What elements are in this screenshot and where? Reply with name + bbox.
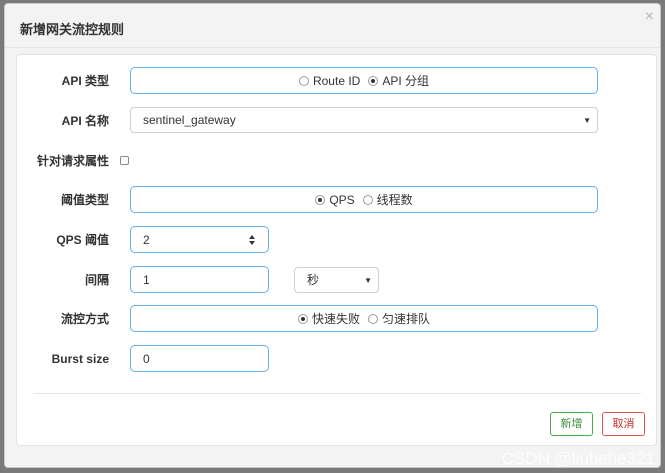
interval-input[interactable]: 1 (130, 266, 269, 293)
burst-size-label: Burst size (51, 352, 109, 366)
interval-value: 1 (143, 273, 150, 287)
api-name-row: API 名称 sentinel_gateway ▼ (17, 107, 656, 135)
modal-title: 新增网关流控规则 (20, 22, 125, 37)
qps-threshold-row: QPS 阈值 2 (17, 226, 656, 254)
api-type-radio-box: Route ID API 分组 (130, 67, 598, 94)
control-behavior-fast-fail-radio[interactable]: 快速失败 (297, 310, 360, 327)
threshold-type-thread-radio[interactable]: 线程数 (362, 191, 413, 208)
qps-threshold-value: 2 (143, 233, 150, 247)
radio-checked-icon (315, 194, 326, 205)
param-flow-checkbox[interactable] (120, 156, 129, 165)
threshold-type-radio-box: QPS 线程数 (130, 186, 598, 213)
qps-threshold-input[interactable]: 2 (130, 226, 269, 253)
burst-size-value: 0 (143, 352, 150, 366)
param-flow-label: 针对请求属性 (36, 154, 109, 168)
interval-unit-select[interactable]: 秒 ▼ (294, 267, 379, 293)
radio-unchecked-icon (362, 194, 373, 205)
qps-threshold-label: QPS 阈值 (56, 233, 109, 247)
api-type-row: API 类型 Route ID API 分组 (17, 67, 656, 95)
caret-down-icon: ▼ (583, 116, 591, 125)
radio-unchecked-icon (298, 75, 309, 86)
form-panel: API 类型 Route ID API 分组 API 名称 sentinel_g… (16, 54, 657, 446)
radio-label: 线程数 (376, 193, 413, 207)
add-button[interactable]: 新增 (550, 412, 593, 436)
burst-size-row: Burst size 0 (17, 345, 656, 373)
caret-down-icon: ▼ (364, 276, 372, 285)
cancel-button[interactable]: 取消 (602, 412, 645, 436)
api-name-select[interactable]: sentinel_gateway ▼ (130, 107, 598, 133)
divider (33, 393, 641, 394)
api-name-label: API 名称 (61, 114, 109, 128)
interval-label: 间隔 (84, 273, 109, 287)
interval-row: 间隔 1 秒 ▼ (17, 266, 656, 294)
param-flow-row: 针对请求属性 (17, 147, 656, 175)
close-icon[interactable]: × (645, 9, 654, 25)
api-type-label: API 类型 (61, 74, 109, 88)
number-stepper-icon[interactable] (249, 235, 256, 245)
threshold-type-label: 阈值类型 (60, 193, 109, 207)
threshold-type-qps-radio[interactable]: QPS (315, 192, 355, 207)
radio-label: Route ID (312, 73, 361, 88)
control-behavior-rate-limit-radio[interactable]: 匀速排队 (368, 310, 430, 327)
control-behavior-label: 流控方式 (60, 312, 109, 326)
watermark: CSDN @liuhehe321 (501, 449, 655, 468)
radio-checked-icon (368, 75, 379, 86)
threshold-type-row: 阈值类型 QPS 线程数 (17, 186, 656, 214)
burst-size-input[interactable]: 0 (130, 345, 269, 372)
add-gateway-flow-rule-dialog: 新增网关流控规则 × API 类型 Route ID API 分组 API 名称… (4, 3, 661, 468)
control-behavior-row: 流控方式 快速失败 匀速排队 (17, 305, 656, 333)
api-type-route-id-radio[interactable]: Route ID (298, 73, 361, 88)
radio-label: 快速失败 (311, 312, 360, 326)
radio-unchecked-icon (368, 313, 378, 324)
radio-label: API 分组 (382, 74, 430, 88)
radio-label: 匀速排队 (382, 312, 431, 326)
control-behavior-radio-box: 快速失败 匀速排队 (130, 305, 598, 332)
interval-unit-value: 秒 (307, 273, 320, 287)
modal-header: 新增网关流控规则 × (5, 4, 660, 48)
api-name-value: sentinel_gateway (143, 113, 236, 127)
radio-label: QPS (329, 192, 355, 207)
api-type-api-group-radio[interactable]: API 分组 (368, 72, 429, 89)
radio-checked-icon (297, 313, 308, 324)
